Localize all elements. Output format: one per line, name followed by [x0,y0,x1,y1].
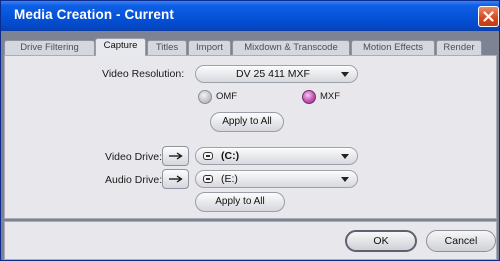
dialog-footer: OK Cancel [4,221,497,260]
video-drive-arrow-button[interactable] [162,146,189,166]
close-icon [483,11,494,22]
chevron-down-icon [341,177,349,182]
tab-strip: Drive Filtering Capture Titles Import Mi… [2,31,499,56]
apply-to-all-resolution-button[interactable]: Apply to All [210,112,284,132]
window-title: Media Creation - Current [14,7,174,22]
video-resolution-label: Video Resolution: [102,68,185,80]
apply-to-all-drives-button[interactable]: Apply to All [195,192,285,212]
tab-mixdown-transcode[interactable]: Mixdown & Transcode [232,40,350,55]
audio-drive-value: (E:) [221,173,238,185]
tab-titles[interactable]: Titles [147,40,187,55]
mxf-radio[interactable] [302,90,316,104]
video-drive-dropdown[interactable]: (C:) [195,147,358,165]
close-button[interactable] [478,6,499,27]
drive-icon [203,175,213,183]
ok-button[interactable]: OK [345,230,417,252]
mxf-label: MXF [320,91,341,102]
right-arrow-icon [168,152,183,160]
drive-icon [203,152,213,160]
tab-motion-effects[interactable]: Motion Effects [351,40,435,55]
audio-drive-dropdown[interactable]: (E:) [195,170,358,188]
tab-import[interactable]: Import [188,40,231,55]
chevron-down-icon [341,72,349,77]
omf-radio[interactable] [198,90,212,104]
audio-drive-arrow-button[interactable] [162,169,189,189]
right-arrow-icon [168,175,183,183]
tab-render[interactable]: Render [436,40,482,55]
video-resolution-value: DV 25 411 MXF [236,68,310,80]
tab-drive-filtering[interactable]: Drive Filtering [4,40,95,55]
cancel-button[interactable]: Cancel [426,230,496,252]
tab-capture[interactable]: Capture [95,38,146,56]
chevron-down-icon [341,154,349,159]
omf-label: OMF [216,91,238,102]
video-resolution-dropdown[interactable]: DV 25 411 MXF [195,65,358,83]
media-creation-window: Media Creation - Current Drive Filtering… [0,0,500,261]
audio-drive-label: Audio Drive: [105,174,163,186]
video-drive-label: Video Drive: [105,151,163,163]
capture-settings-panel: Video Resolution: DV 25 411 MXF OMF MXF … [4,55,497,219]
title-bar[interactable]: Media Creation - Current [1,1,499,31]
video-drive-value: (C:) [221,150,240,162]
